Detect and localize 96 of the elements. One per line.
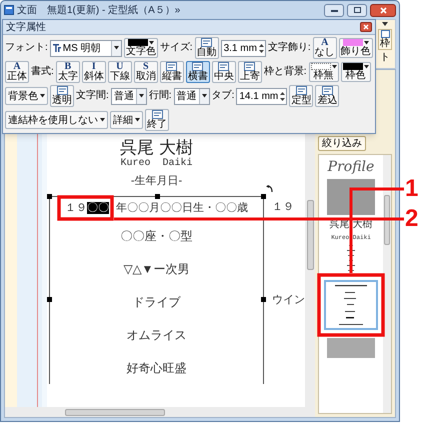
text-lines-icon: [322, 86, 333, 95]
dropdown-button[interactable]: 詳細: [110, 111, 143, 129]
toolbar-button[interactable]: A 正体: [5, 61, 29, 83]
resize-handle[interactable]: [155, 194, 160, 199]
field-label: 文字飾り:: [268, 42, 311, 54]
window-title: 文面 無題1(更新) - 定型紙（A５）»: [17, 4, 180, 18]
dialog-title: 文字属性: [6, 22, 46, 32]
photo-placeholder: [327, 179, 375, 215]
caret-icon: [138, 94, 144, 98]
toolbar-button[interactable]: A なし: [312, 37, 337, 59]
maximize-icon: [354, 7, 360, 13]
color-button[interactable]: 枠無: [308, 62, 339, 82]
toolbar-button[interactable]: 定型: [289, 85, 314, 107]
caret-icon: [202, 94, 207, 98]
resize-handle[interactable]: [47, 194, 52, 199]
field-label: 行間:: [148, 90, 172, 102]
profile-text: 〇〇座・〇型: [120, 228, 192, 244]
toolbar-button[interactable]: B 太字: [56, 61, 80, 83]
caret-icon: [40, 94, 45, 98]
toolbar-button[interactable]: 自動: [194, 37, 219, 59]
color-button[interactable]: 飾り色: [338, 38, 373, 58]
toolbar-button[interactable]: 中央: [212, 61, 236, 83]
filter-button[interactable]: 絞り込み: [318, 136, 366, 151]
close-button[interactable]: [370, 4, 396, 16]
dropdown[interactable]: 普通: [110, 88, 147, 104]
toolbar-button[interactable]: 上寄: [238, 61, 262, 83]
profile-text: ドライブ: [132, 294, 180, 310]
caret-icon: [114, 46, 119, 50]
maximize-button[interactable]: [347, 4, 367, 16]
field-label: 枠と背景:: [264, 66, 307, 78]
spinner-arrows-icon: [258, 42, 265, 54]
font-select[interactable]: MS 明朝: [50, 40, 122, 56]
app-icon: [4, 5, 14, 15]
color-button[interactable]: 文字色: [124, 38, 158, 58]
page-thumbnail[interactable]: [324, 280, 378, 330]
text-lines-icon: [166, 62, 178, 71]
toolbar-button[interactable]: 差込: [315, 85, 340, 107]
toolbar-button[interactable]: 透明: [50, 85, 74, 107]
minimize-button[interactable]: [324, 4, 344, 16]
resize-handle[interactable]: [261, 297, 266, 302]
resize-handle[interactable]: [261, 194, 266, 199]
spinner-arrows-icon: [279, 90, 286, 102]
field-label: タブ:: [212, 90, 234, 102]
rotate-handle-icon[interactable]: [265, 185, 273, 193]
toolbar-button[interactable]: 終了: [145, 109, 169, 131]
text-lines-icon: [244, 62, 256, 71]
text-lines-icon: [192, 62, 204, 71]
field-label: フォント:: [5, 42, 48, 54]
profile-text: 好奇心旺盛: [126, 360, 186, 376]
color-button[interactable]: 枠色: [340, 62, 371, 82]
text-lines-icon: [218, 62, 230, 71]
color-swatch: [310, 63, 331, 70]
field-label: 書式:: [31, 66, 54, 78]
profile-text: ▽△▼ー次男: [124, 260, 190, 278]
close-icon: [363, 24, 369, 30]
toolbar-button[interactable]: 横書: [186, 61, 210, 83]
dropdown-button[interactable]: 背景色: [5, 87, 48, 105]
minimize-icon: [330, 8, 338, 12]
dropdown[interactable]: 普通: [174, 88, 210, 104]
panel-label: ト: [380, 52, 390, 63]
section-heading: -生年月日-: [130, 175, 182, 188]
birth-date-text: １９ 〇〇 年〇〇月〇〇日生・〇〇歳: [65, 201, 248, 215]
profile-text: ウイン: [272, 293, 305, 308]
spin-field[interactable]: 14.1 mm: [236, 88, 288, 104]
dropdown-arrow-icon[interactable]: [381, 22, 389, 27]
spin-field[interactable]: 3.1 mm: [220, 40, 266, 56]
resize-handle[interactable]: [47, 297, 52, 302]
text-lines-icon: [296, 86, 307, 95]
callout-box: [57, 195, 114, 221]
name-heading: 呉尾 大樹: [120, 138, 194, 158]
field-label: 文字間:: [76, 90, 109, 102]
callout-box: [317, 273, 385, 337]
romaji-name: Kureo Daiki: [120, 158, 192, 170]
callout-number: 2: [405, 206, 418, 232]
frame-icon: [380, 30, 390, 38]
text-lines-icon: [152, 110, 162, 119]
caret-icon: [100, 118, 105, 122]
profile-text: １９: [272, 200, 294, 215]
caret-icon: [135, 118, 140, 122]
callout-number: 1: [405, 176, 418, 202]
toolbar-button[interactable]: U 下線: [108, 61, 132, 83]
text-lines-icon: [56, 86, 68, 95]
close-button[interactable]: [360, 22, 372, 32]
toolbar-button[interactable]: I 斜体: [82, 61, 106, 83]
text-lines-icon: [201, 38, 212, 47]
profile-text: オムライス: [126, 326, 186, 344]
toolbar-button[interactable]: 縦書: [160, 61, 184, 83]
caret-icon: [364, 40, 369, 44]
toolbar-button[interactable]: S 取消: [134, 61, 158, 83]
caret-icon: [148, 40, 154, 44]
dropdown-button[interactable]: 連結枠を使用しない: [5, 111, 108, 129]
close-icon: [380, 6, 386, 14]
frame-button[interactable]: 枠: [378, 29, 392, 50]
preview-heading: Profile: [328, 159, 374, 175]
field-label: サイズ:: [160, 42, 193, 54]
page-thumbnail[interactable]: [327, 338, 375, 358]
